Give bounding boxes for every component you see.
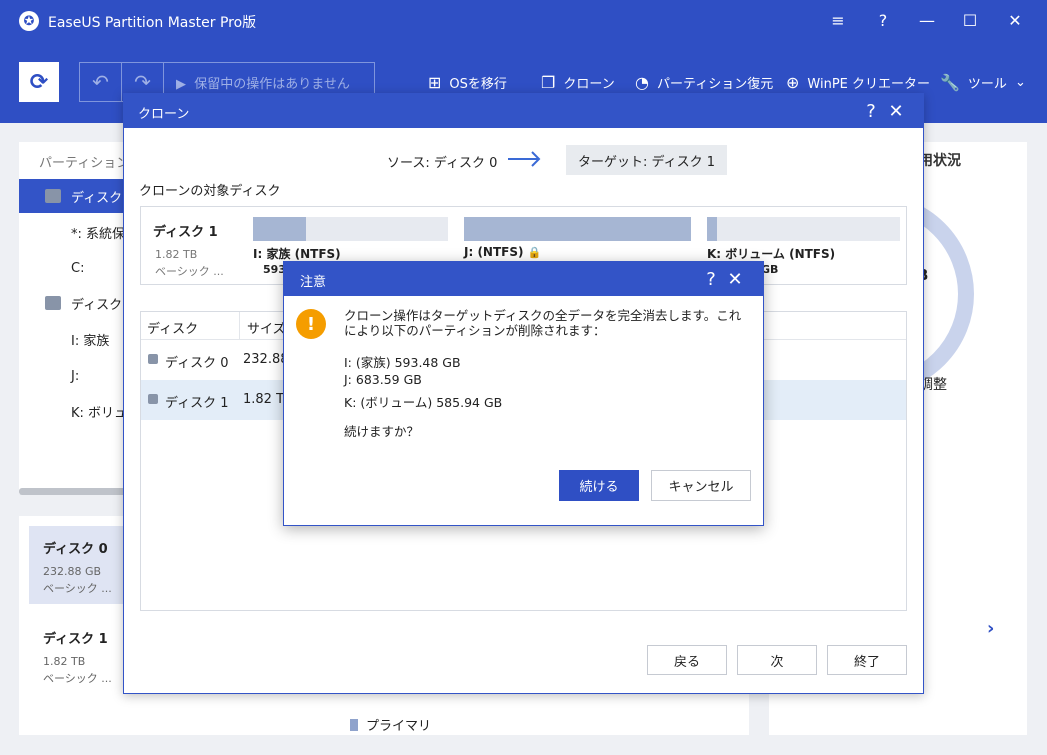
table-cell-disk: ディスク 0 [165, 356, 229, 371]
partition-bar-j [464, 217, 691, 241]
disk-icon [45, 189, 61, 203]
maximize-icon[interactable]: ☐ [958, 8, 982, 32]
partition-recovery-label: パーティション復元 [656, 77, 774, 92]
winpe-creator-button[interactable]: ⊕ WinPE クリエーター [786, 73, 930, 92]
primary-swatch [350, 718, 358, 731]
disk-icon [45, 296, 61, 310]
pending-operations-text: 保留中の操作はありません [194, 77, 350, 92]
pie-restore-icon: ◔ [635, 73, 649, 92]
clone-button[interactable]: ❐ クローン [541, 73, 615, 92]
disk-card-type: ベーシック ... [43, 582, 112, 595]
disk-card-size: 232.88 GB [43, 565, 102, 578]
partition-bar-fill [707, 217, 717, 241]
close-icon[interactable]: ✕ [1003, 8, 1027, 32]
tree-item-label: *: 系統保 [71, 226, 126, 242]
partition-j-label: J: (NTFS) 🔒 [464, 245, 541, 259]
partition-panel-header: パーティション [39, 156, 130, 171]
finish-button[interactable]: 終了 [827, 645, 907, 675]
warning-icon: ! [296, 309, 326, 339]
back-button[interactable]: 戻る [647, 645, 727, 675]
clone-source-label: ソース: ディスク 0 [387, 156, 498, 171]
target-disk-size: 1.82 TB [155, 248, 198, 261]
tools-menu-button[interactable]: 🔧 ツール ⌄ [940, 73, 1026, 92]
column-divider [239, 312, 240, 340]
cancel-button[interactable]: キャンセル [651, 470, 751, 501]
column-header-size[interactable]: サイズ [247, 318, 286, 337]
clone-label: クローン [563, 77, 615, 92]
wrench-icon: 🔧 [940, 73, 960, 92]
clone-dialog-title: クローン [138, 107, 190, 122]
help-icon[interactable]: ? [860, 100, 882, 122]
windows-icon: ⊞ [428, 73, 442, 92]
tree-item-label: I: 家族 [71, 333, 110, 349]
target-disk-section-title: クローンの対象ディスク [139, 184, 281, 199]
disk-card-name: ディスク 1 [43, 632, 108, 647]
clone-target-label: ターゲット: ディスク 1 [566, 145, 728, 175]
partition-bar-fill [253, 217, 306, 241]
table-cell-size: 232.88 [243, 352, 289, 367]
disk-icon [148, 394, 158, 404]
disk-card-size: 1.82 TB [43, 655, 86, 668]
help-icon[interactable]: ? [700, 268, 722, 290]
continue-button[interactable]: 続ける [559, 470, 639, 501]
arrow-right-icon [508, 151, 541, 167]
disk-icon [148, 354, 158, 364]
partition-i-label: I: 家族 (NTFS) [253, 247, 341, 261]
clone-icon: ❐ [541, 73, 556, 92]
column-header-disk[interactable]: ディスク [147, 318, 198, 337]
chevron-down-icon: ⌄ [1014, 75, 1026, 90]
warning-dialog: 注意 ? ✕ ! クローン操作はターゲットディスクの全データを完全消去します。こ… [283, 261, 764, 526]
refresh-button[interactable]: ⟳ [19, 62, 59, 102]
help-icon[interactable]: ? [871, 8, 895, 32]
lock-icon: 🔒 [527, 246, 542, 259]
partition-bar-fill [464, 217, 691, 241]
close-icon[interactable]: ✕ [724, 268, 746, 290]
pending-operations-label[interactable]: ▶ 保留中の操作はありません [176, 73, 350, 92]
legend-primary-label: プライマリ [366, 719, 432, 734]
chevron-right-icon[interactable]: › [987, 618, 994, 639]
warning-message: クローン操作はターゲットディスクの全データを完全消去します。これにより以下のパー… [344, 308, 742, 338]
partition-legend: プライマリ [350, 715, 431, 734]
partition-j-text: J: (NTFS) [464, 245, 524, 259]
winpe-creator-label: WinPE クリエーター [807, 77, 931, 92]
partition-bar-i [253, 217, 448, 241]
clone-dialog-titlebar: クローン ? ✕ [124, 94, 923, 128]
disk-card-name: ディスク 0 [43, 542, 108, 557]
partition-bar-k [707, 217, 900, 241]
usage-title: 用状況 [919, 153, 961, 169]
app-logo-icon: ✪ [19, 11, 39, 31]
table-cell-disk: ディスク 1 [165, 396, 229, 411]
warning-dialog-titlebar: 注意 ? ✕ [284, 262, 763, 296]
close-icon[interactable]: ✕ [885, 100, 907, 122]
target-disk-name: ディスク 1 [153, 225, 218, 240]
disk-card-type: ベーシック ... [43, 672, 112, 685]
migrate-os-button[interactable]: ⊞ OSを移行 [428, 73, 507, 92]
next-button[interactable]: 次 [737, 645, 817, 675]
undo-button[interactable]: ↶ [80, 63, 122, 101]
warning-partition-item: I: (家族) 593.48 GB [344, 355, 461, 370]
partition-k-label: K: ボリューム (NTFS) [707, 247, 836, 261]
tree-item-label: J: [71, 368, 80, 384]
target-disk-type: ベーシック ... [155, 265, 224, 278]
plus-circle-icon: ⊕ [786, 73, 800, 92]
app-titlebar: ✪ EaseUS Partition Master Pro版 ≡ ? — ☐ ✕ [0, 0, 1047, 40]
tools-label: ツール [967, 77, 1007, 92]
warning-partition-item: K: (ボリューム) 585.94 GB [344, 395, 503, 410]
migrate-os-label: OSを移行 [449, 77, 507, 92]
menu-icon[interactable]: ≡ [826, 8, 850, 32]
warning-dialog-title: 注意 [300, 275, 327, 290]
minimize-icon[interactable]: — [915, 8, 939, 32]
app-title: EaseUS Partition Master Pro版 [48, 15, 257, 31]
tree-item-label: C: [71, 260, 85, 276]
partition-recovery-button[interactable]: ◔ パーティション復元 [635, 73, 773, 92]
warning-partition-item: J: 683.59 GB [344, 372, 422, 387]
warning-question: 続けますか？ [344, 424, 420, 439]
